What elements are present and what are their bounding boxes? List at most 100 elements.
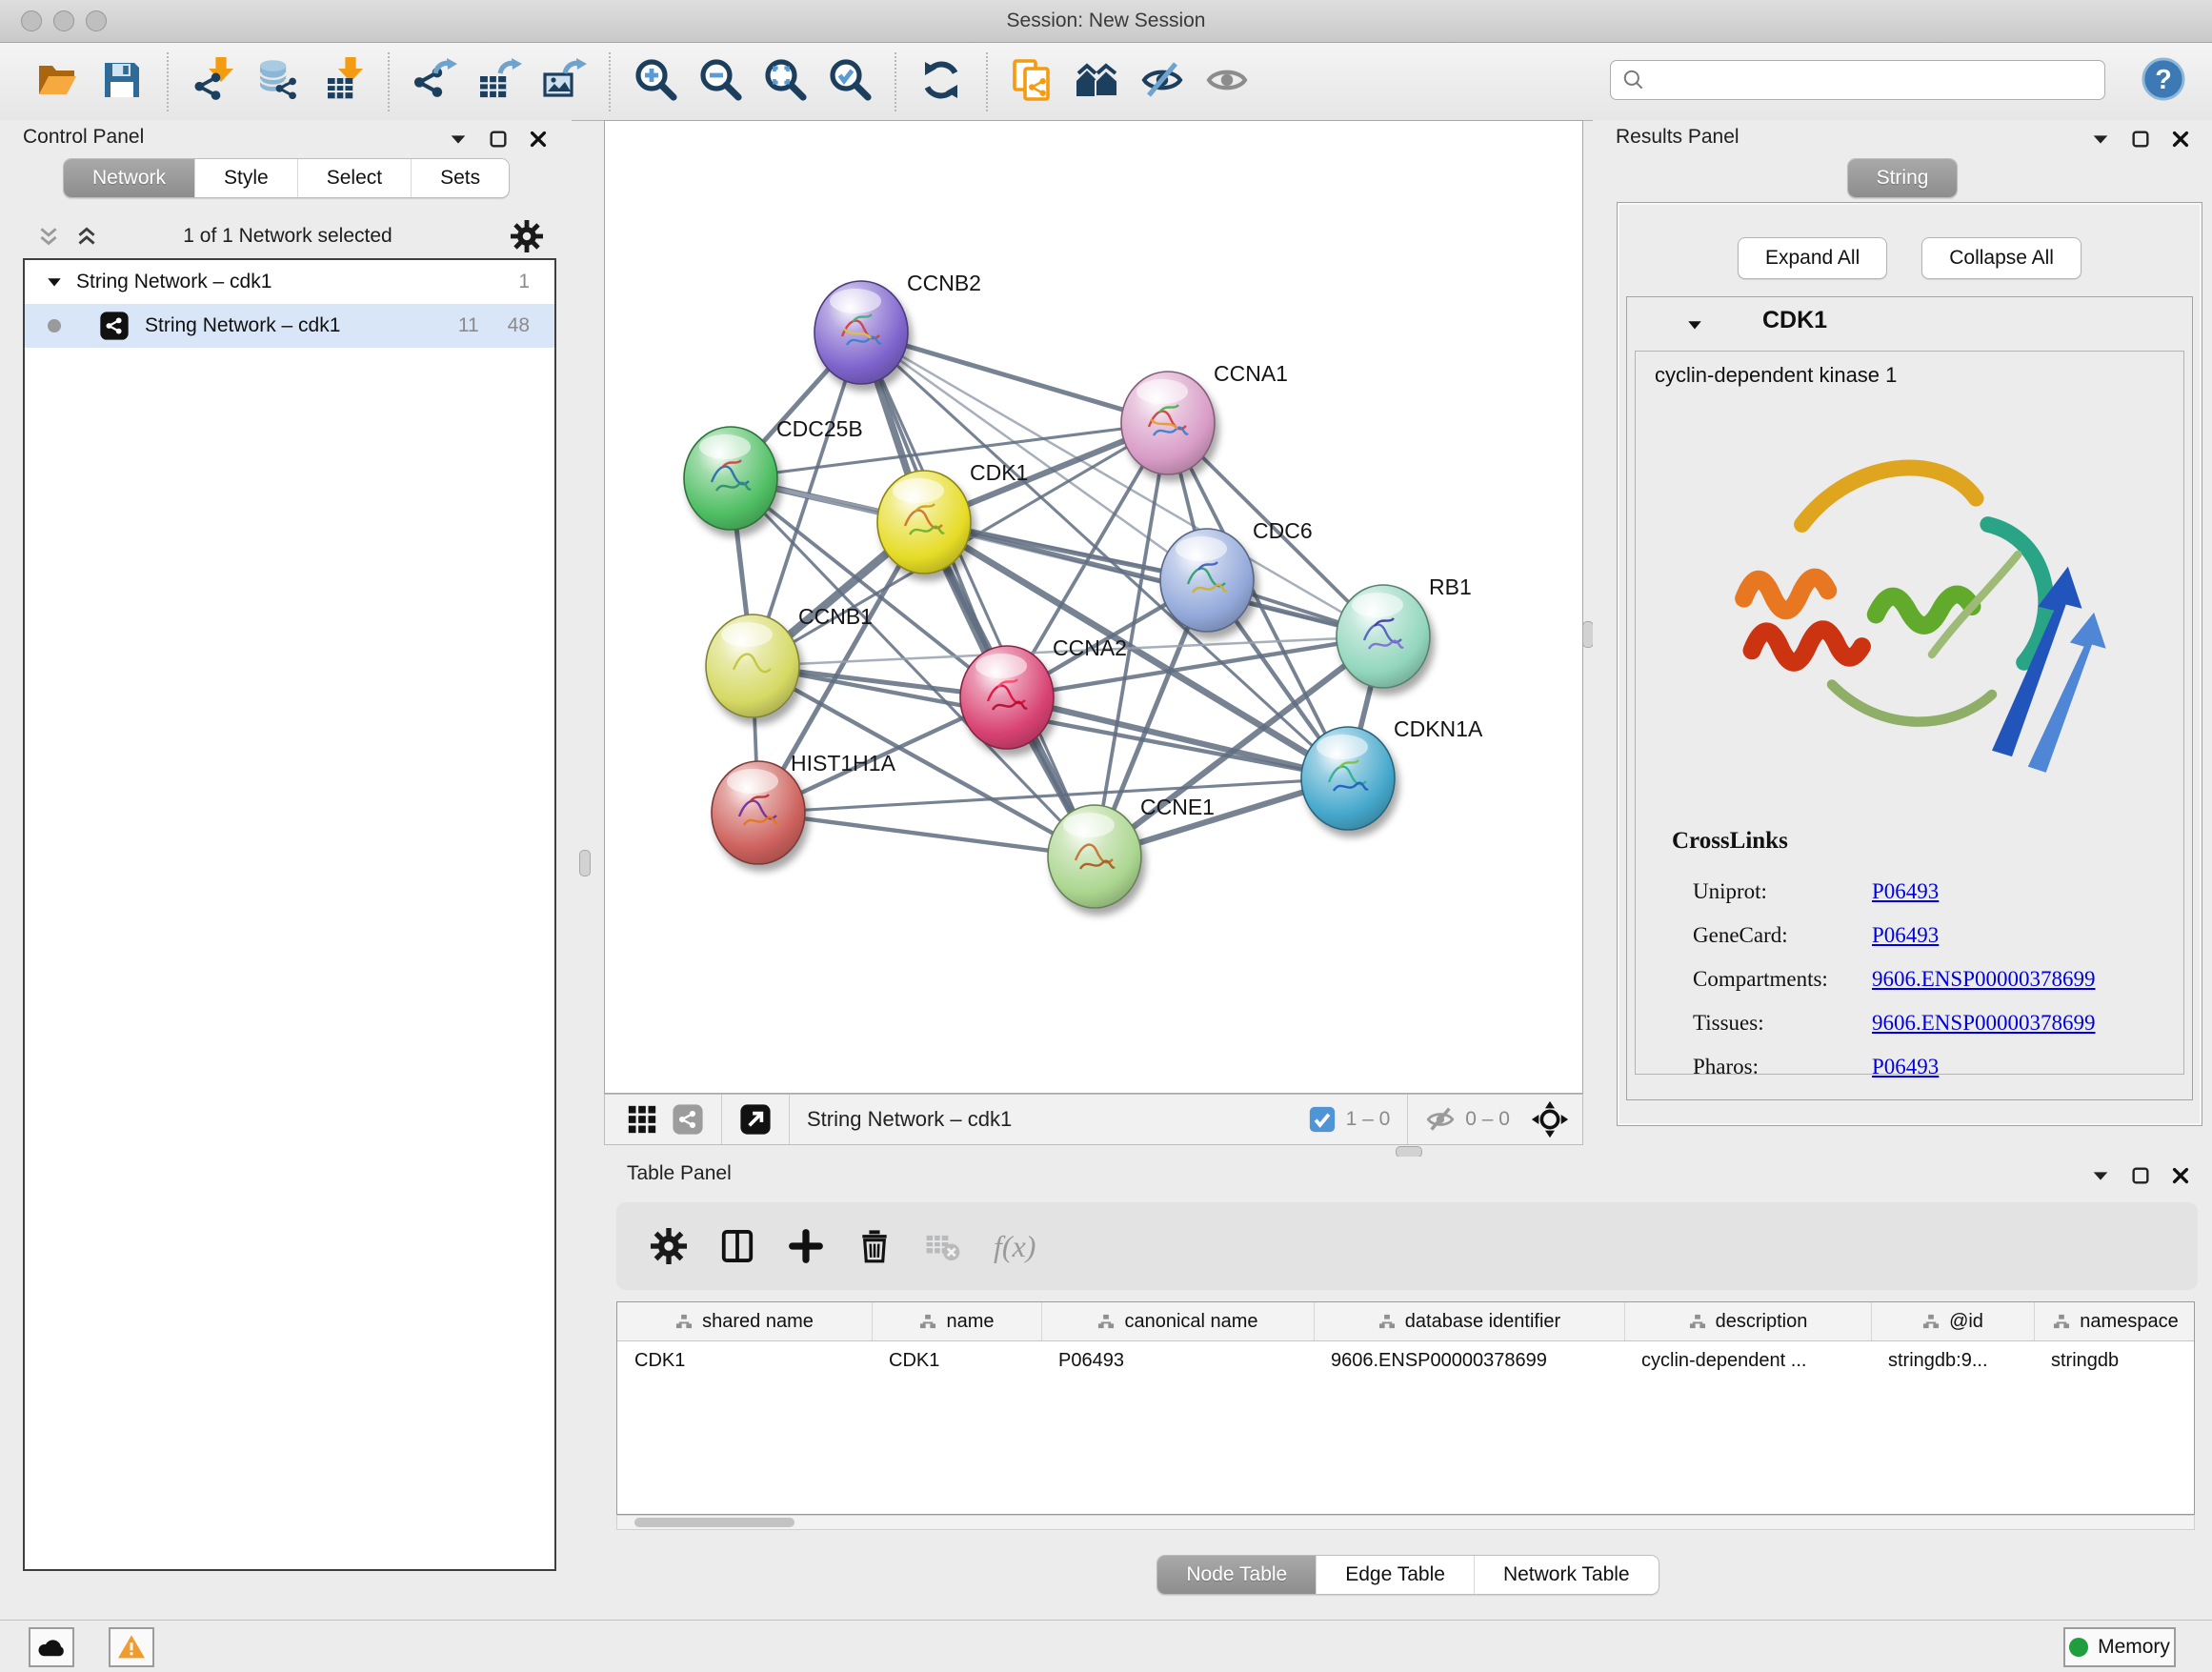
panel-menu-caret-icon[interactable] [2090,129,2111,154]
function-builder-button[interactable]: f(x) [994,1229,1036,1264]
fit-crosshair-icon[interactable] [1531,1100,1569,1138]
left-splitter-handle[interactable] [579,850,591,876]
create-column-button[interactable] [788,1228,824,1264]
open-session-button[interactable] [30,52,85,111]
help-button[interactable]: ? [2142,57,2185,101]
table-horizontal-scrollbar[interactable] [616,1515,2195,1530]
column-header-@id[interactable]: @id [1871,1302,2034,1340]
panel-float-icon[interactable] [2130,1165,2151,1191]
node-label-CCNB1: CCNB1 [798,604,873,629]
collection-caret-icon[interactable] [46,273,63,291]
tab-node-table[interactable]: Node Table [1157,1556,1316,1594]
crosslink-link[interactable]: P06493 [1872,923,1939,948]
cell-description[interactable]: cyclin-dependent ... [1624,1341,1871,1380]
tab-network[interactable]: Network [64,159,194,197]
expand-all-button[interactable]: Expand All [1738,237,1887,279]
node-label-HIST1H1A: HIST1H1A [791,751,896,776]
grid-view-icon[interactable] [626,1103,658,1136]
node-CCNE1[interactable]: CCNE1 [1048,795,1215,908]
panel-close-icon[interactable] [2170,129,2191,154]
zoom-fit-button[interactable] [757,52,813,111]
zoom-out-button[interactable] [693,52,748,111]
import-network-button[interactable] [186,52,241,111]
column-header-namespace[interactable]: namespace [2034,1302,2195,1340]
scrollbar-thumb[interactable] [634,1518,794,1527]
table-toolbar: f(x) [616,1202,2198,1290]
column-header-description[interactable]: description [1624,1302,1871,1340]
panel-float-icon[interactable] [488,129,509,154]
column-header-shared-name[interactable]: shared name [617,1302,872,1340]
table-panel: Table Panel f(x) shared namenamecanonica… [604,1157,2212,1620]
cell-database-identifier[interactable]: 9606.ENSP00000378699 [1314,1341,1624,1380]
column-header-database-identifier[interactable]: database identifier [1314,1302,1624,1340]
share-view-icon[interactable] [672,1103,704,1136]
cell-name[interactable]: CDK1 [872,1341,1041,1380]
panel-menu-caret-icon[interactable] [2090,1165,2111,1191]
edge-CCNB2-CCNE1[interactable] [861,332,1095,856]
apply-layout-button[interactable] [914,52,969,111]
network-graph[interactable]: CCNB2 CCNA1 CDC25B CDK1 CDC6 RB1 [605,121,1582,1093]
panel-close-icon[interactable] [528,129,549,154]
show-all-button[interactable] [1199,52,1255,111]
export-network-button[interactable] [407,52,462,111]
column-header-name[interactable]: name [872,1302,1041,1340]
gene-caret-icon[interactable] [1686,316,1703,333]
application-window: Session: New Session ? Control Panel Net… [0,0,2212,1671]
delete-table-button[interactable] [925,1228,961,1264]
table-row[interactable]: CDK1CDK1P064939606.ENSP00000378699cyclin… [617,1341,2194,1380]
edge-CCNB2-CCNA1[interactable] [861,332,1168,423]
crosslink-link[interactable]: P06493 [1872,879,1939,904]
cell-namespace[interactable]: stringdb [2034,1341,2195,1380]
import-network-database-button[interactable] [251,52,306,111]
tab-network-table[interactable]: Network Table [1474,1556,1659,1594]
export-image-button[interactable] [536,52,592,111]
network-row-selected[interactable]: String Network – cdk1 11 48 [25,304,554,348]
zoom-selected-button[interactable] [822,52,877,111]
hide-selected-button[interactable] [1135,52,1190,111]
node-label-CCNE1: CCNE1 [1140,795,1215,819]
memory-button[interactable]: Memory [2063,1627,2176,1667]
column-header-canonical-name[interactable]: canonical name [1041,1302,1314,1340]
tab-edge-table[interactable]: Edge Table [1316,1556,1474,1594]
export-table-button[interactable] [472,52,527,111]
import-table-button[interactable] [315,52,371,111]
crosslink-link[interactable]: 9606.ENSP00000378699 [1872,967,2096,992]
new-network-from-selection-button[interactable] [1005,52,1060,111]
detach-view-icon[interactable] [739,1103,772,1136]
edge-CDK1-RB1[interactable] [924,522,1383,636]
table-settings-button[interactable] [651,1228,687,1264]
delete-column-button[interactable] [856,1228,893,1264]
node-CDKN1A[interactable]: CDKN1A [1301,716,1483,830]
collapse-all-button[interactable]: Collapse All [1921,237,2081,279]
gene-panel: CDK1 cyclin-dependent kinase 1 CrossLink… [1626,296,2193,1100]
selected-checkbox-icon[interactable] [1308,1105,1337,1134]
node-RB1[interactable]: RB1 [1337,574,1472,688]
control-panel: Control Panel NetworkStyleSelectSets 1 o… [0,120,572,1618]
tab-select[interactable]: Select [297,159,411,197]
tab-sets[interactable]: Sets [411,159,509,197]
search-input[interactable] [1610,60,2105,100]
tab-style[interactable]: Style [194,159,297,197]
first-neighbors-button[interactable] [1070,52,1125,111]
network-canvas[interactable]: CCNB2 CCNA1 CDC25B CDK1 CDC6 RB1 [604,120,1583,1094]
status-bar: Memory [0,1620,2212,1672]
cell-shared-name[interactable]: CDK1 [617,1341,872,1380]
panel-close-icon[interactable] [2170,1165,2191,1191]
cloud-button[interactable] [29,1627,74,1667]
panel-float-icon[interactable] [2130,129,2151,154]
node-table[interactable]: shared namenamecanonical namedatabase id… [616,1301,2195,1515]
warning-button[interactable] [109,1627,154,1667]
cell-@id[interactable]: stringdb:9... [1871,1341,2034,1380]
panel-menu-caret-icon[interactable] [448,129,469,154]
zoom-in-button[interactable] [628,52,683,111]
crosslink-link[interactable]: 9606.ENSP00000378699 [1872,1011,2096,1036]
tab-string[interactable]: String [1848,159,1958,197]
cell-canonical-name[interactable]: P06493 [1041,1341,1314,1380]
gene-header-row[interactable]: CDK1 [1627,297,2192,351]
show-columns-button[interactable] [719,1228,755,1264]
crosslink-link[interactable]: P06493 [1872,1055,1939,1079]
edge-HIST1H1A-CCNE1[interactable] [758,813,1095,856]
network-options-gear-icon[interactable] [511,220,543,252]
network-collection-row[interactable]: String Network – cdk1 1 [25,260,554,304]
save-session-button[interactable] [94,52,150,111]
